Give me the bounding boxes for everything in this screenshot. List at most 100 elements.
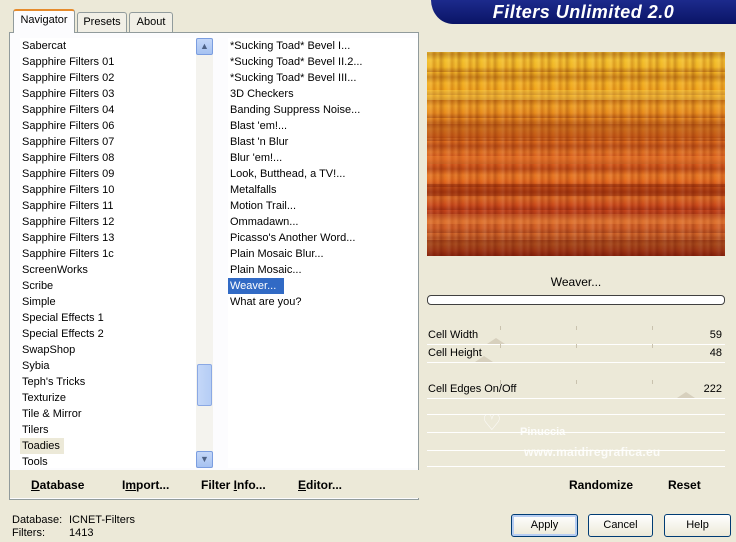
slider-track [427,398,725,399]
filter-list-item[interactable]: Metalfalls [228,182,278,198]
editor-button[interactable]: Editor... [298,478,342,492]
button-label: Help [686,519,709,531]
filter-list-item[interactable]: *Sucking Toad* Bevel III... [228,70,358,86]
button-label: atabase [39,478,85,492]
cell-edges-slider-thumb[interactable] [677,392,695,398]
filter-list-item[interactable]: *Sucking Toad* Bevel I... [228,38,352,54]
category-list-item[interactable]: Tilers [20,422,50,438]
tab-label: Navigator [20,14,68,26]
chevron-up-icon: ▲ [200,41,209,51]
category-list-item[interactable]: Special Effects 2 [20,326,106,342]
filter-list-item[interactable]: Look, Butthead, a TV!... [228,166,347,182]
category-list-item[interactable]: Sapphire Filters 1c [20,246,116,262]
category-list-item[interactable]: Sapphire Filters 09 [20,166,116,182]
button-label: Apply [530,519,559,531]
category-list-item[interactable]: Sapphire Filters 10 [20,182,116,198]
param-value: 222 [703,383,722,395]
category-list-item[interactable]: Scribe [20,278,55,294]
category-list-item[interactable]: Tools [20,454,50,470]
category-list-item[interactable]: Tile & Mirror [20,406,83,422]
slider-track-empty [427,466,725,467]
app-title-banner: Filters Unlimited 2.0 [431,0,736,24]
filter-list-item[interactable]: Blast 'n Blur [228,134,290,150]
watermark-url: www.maidiregrafica.eu [524,445,661,459]
category-list-item[interactable]: Sapphire Filters 08 [20,150,116,166]
tab-presets[interactable]: Presets [77,12,127,32]
category-list-item[interactable]: Sapphire Filters 04 [20,102,116,118]
filter-info-button[interactable]: Filter Info... [201,478,266,492]
category-list-item[interactable]: Toadies [20,438,64,454]
apply-button[interactable]: Apply [511,514,578,537]
category-list-item[interactable]: Sabercat [20,38,68,54]
reset-button[interactable]: Reset [668,478,701,492]
tab-about[interactable]: About [129,12,173,32]
category-list-item[interactable]: Sapphire Filters 06 [20,118,116,134]
tab-label: About [136,16,166,28]
watermark-text: Pinuccia [520,426,566,438]
filter-list-item[interactable]: *Sucking Toad* Bevel II.2... [228,54,365,70]
accel-key: m [125,478,137,492]
filter-list-item[interactable]: Banding Suppress Noise... [228,102,362,118]
category-list-item[interactable]: Teph's Tricks [20,374,87,390]
category-list-item[interactable]: Sapphire Filters 01 [20,54,116,70]
slider-tick [500,344,501,348]
category-list-item[interactable]: Sapphire Filters 03 [20,86,116,102]
accel-key: D [31,478,40,492]
category-list-item[interactable]: Sapphire Filters 02 [20,70,116,86]
category-list-item[interactable]: Sybia [20,358,52,374]
slider-tick [576,380,577,384]
slider-tick [500,380,501,384]
button-label: port... [136,478,170,492]
slider-track-empty [427,414,725,415]
category-list-item[interactable]: ScreenWorks [20,262,90,278]
param-label: Cell Edges On/Off [428,383,517,395]
filter-list-item[interactable]: Picasso's Another Word... [228,230,357,246]
param-value: 48 [709,347,722,359]
category-list-item[interactable]: SwapShop [20,342,77,358]
filter-list-item[interactable]: Plain Mosaic Blur... [228,246,326,262]
button-label: Filter [201,478,234,492]
slider-tick [576,344,577,348]
button-label: nfo... [237,478,266,492]
button-label: Reset [668,478,701,492]
cell-height-slider-thumb[interactable] [475,356,493,362]
button-label: Cancel [603,519,638,531]
randomize-button[interactable]: Randomize [569,478,633,492]
filter-list-item[interactable]: Weaver... [228,278,284,294]
filter-list-item[interactable]: Ommadawn... [228,214,300,230]
help-button[interactable]: Help [664,514,731,537]
filter-list-item[interactable]: Motion Trail... [228,198,298,214]
filter-list[interactable]: *Sucking Toad* Bevel I... *Sucking Toad* … [228,38,418,468]
scroll-down-button[interactable]: ▼ [196,451,213,468]
heart-logo-icon: ♡ [482,410,502,435]
watermark-name: ♡ Pinuccia [482,410,566,438]
cancel-button[interactable]: Cancel [588,514,653,537]
tab-label: Presets [83,16,121,28]
category-list-item[interactable]: Sapphire Filters 11 [20,198,116,214]
tab-navigator[interactable]: Navigator [13,9,75,33]
category-list[interactable]: Sabercat Sapphire Filters 01 Sapphire Filt… [20,38,196,468]
filter-list-item[interactable]: Blast 'em!... [228,118,289,134]
slider-tick [500,326,501,330]
scroll-up-button[interactable]: ▲ [196,38,213,55]
category-list-item[interactable]: Special Effects 1 [20,310,106,326]
category-list-item[interactable]: Simple [20,294,58,310]
app-title: Filters Unlimited 2.0 [492,2,675,22]
database-button[interactable]: Database [31,478,84,492]
slider-tick [652,326,653,330]
param-label: Cell Height [428,347,482,359]
slider-tick [652,380,653,384]
param-label: Cell Width [428,329,479,341]
category-list-item[interactable]: Sapphire Filters 07 [20,134,116,150]
filter-list-item[interactable]: Blur 'em!... [228,150,284,166]
filter-list-item[interactable]: Plain Mosaic... [228,262,304,278]
import-button[interactable]: Import... [122,478,169,492]
category-list-item[interactable]: Sapphire Filters 13 [20,230,116,246]
category-list-item[interactable]: Sapphire Filters 12 [20,214,116,230]
filter-list-item[interactable]: What are you? [228,294,304,310]
filter-list-item[interactable]: 3D Checkers [228,86,296,102]
category-list-item[interactable]: Texturize [20,390,68,406]
button-label: ditor... [306,478,343,492]
scroll-thumb[interactable] [197,364,212,406]
button-label: Randomize [569,478,634,492]
